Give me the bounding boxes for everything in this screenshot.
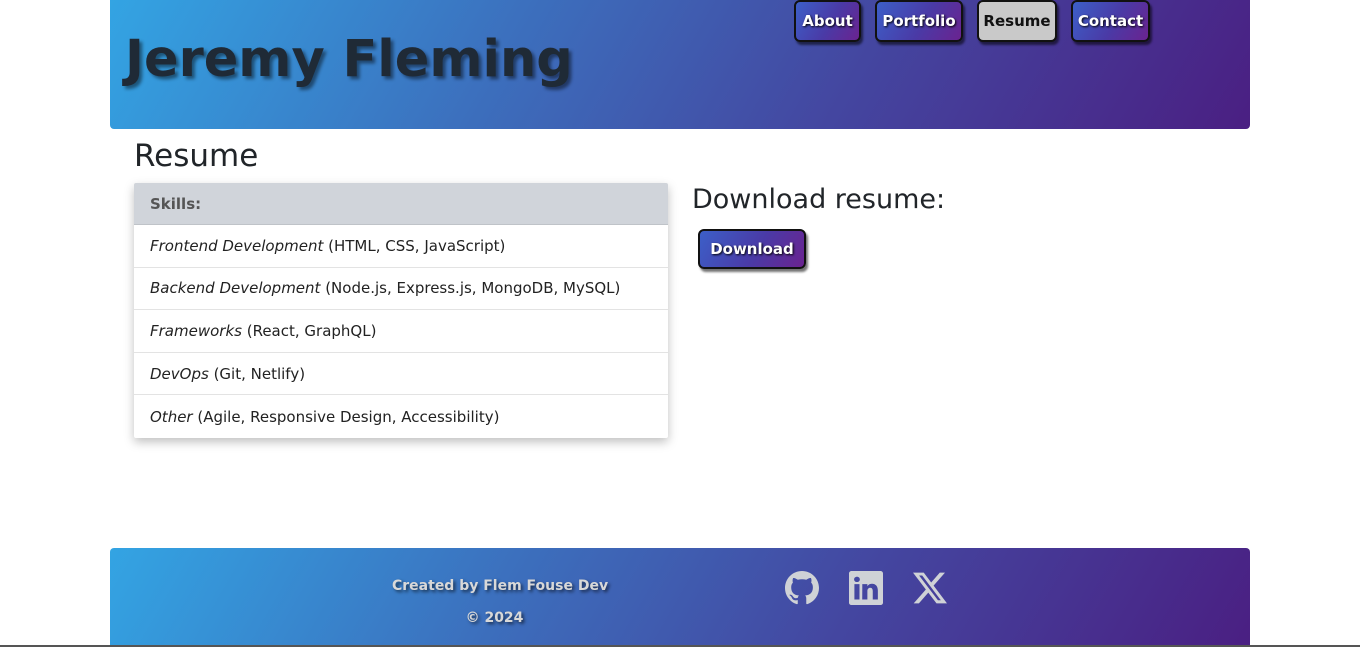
nav-portfolio-button[interactable]: Portfolio xyxy=(875,0,963,42)
nav-about-button[interactable]: About xyxy=(794,0,861,42)
credit-text: Created by Flem Fouse Dev xyxy=(392,578,609,594)
x-icon[interactable] xyxy=(913,571,947,605)
skill-item: Other (Agile, Responsive Design, Accessi… xyxy=(134,395,668,438)
site-title[interactable]: Jeremy Fleming xyxy=(125,30,573,89)
skill-detail: (Node.js, Express.js, MongoDB, MySQL) xyxy=(320,279,621,298)
skills-list: Skills: Frontend Development (HTML, CSS,… xyxy=(134,183,668,438)
copyright-text: © 2024 xyxy=(465,610,524,626)
page: Jeremy Fleming About Portfolio Resume Co… xyxy=(0,0,1360,647)
footer-credit: Created by Flem Fouse Dev © 2024 xyxy=(392,570,609,634)
nav-resume-button[interactable]: Resume xyxy=(977,0,1057,42)
download-heading: Download resume: xyxy=(692,184,946,215)
skill-detail: (Agile, Responsive Design, Accessibility… xyxy=(192,407,500,426)
skill-item: Frontend Development (HTML, CSS, JavaScr… xyxy=(134,225,668,268)
skills-header: Skills: xyxy=(134,183,668,225)
page-title: Resume xyxy=(134,138,259,174)
skill-name: Backend Development xyxy=(150,279,321,298)
site-header: Jeremy Fleming About Portfolio Resume Co… xyxy=(110,0,1250,129)
skill-name: Frontend Development xyxy=(150,236,324,255)
github-icon[interactable] xyxy=(785,571,819,605)
download-button[interactable]: Download xyxy=(698,229,806,269)
skill-detail: (HTML, CSS, JavaScript) xyxy=(323,236,506,255)
nav-contact-button[interactable]: Contact xyxy=(1071,0,1150,42)
skill-name: Other xyxy=(150,407,193,426)
skill-detail: (Git, Netlify) xyxy=(208,364,306,383)
skill-detail: (React, GraphQL) xyxy=(241,321,377,340)
skill-name: Frameworks xyxy=(150,321,242,340)
site-footer: Created by Flem Fouse Dev © 2024 xyxy=(110,548,1250,647)
linkedin-icon[interactable] xyxy=(849,571,883,605)
skill-item: Backend Development (Node.js, Express.js… xyxy=(134,268,668,311)
skill-item: DevOps (Git, Netlify) xyxy=(134,353,668,396)
skill-item: Frameworks (React, GraphQL) xyxy=(134,310,668,353)
skill-name: DevOps xyxy=(150,364,209,383)
